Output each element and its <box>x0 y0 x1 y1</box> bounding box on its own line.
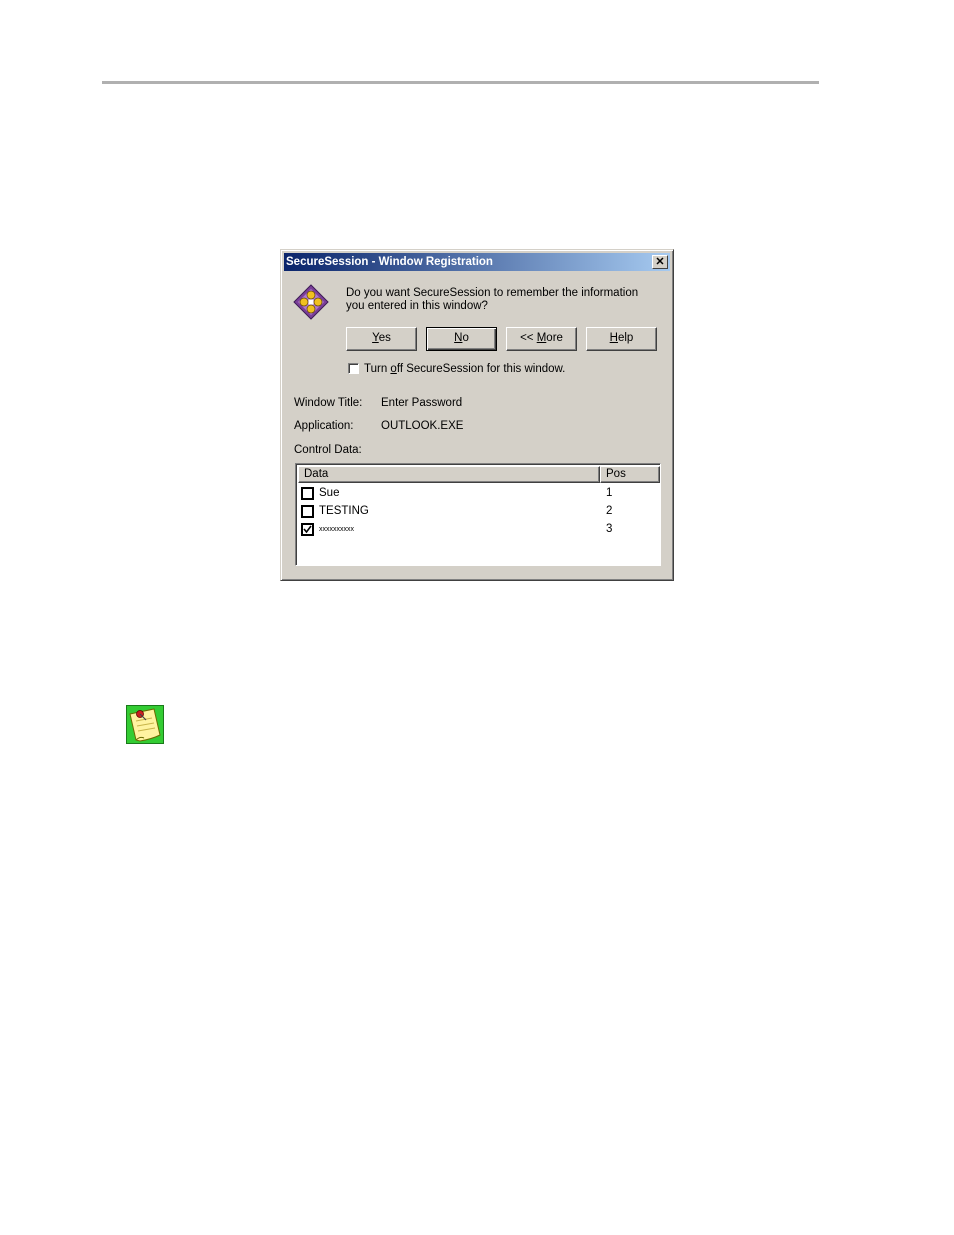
help-label: elp <box>617 332 634 344</box>
row-checkbox[interactable] <box>301 505 314 518</box>
checkmark-icon <box>303 525 312 534</box>
close-button[interactable]: ✕ <box>652 255 668 269</box>
yes-mnemonic: Y <box>372 332 379 344</box>
dialog-title: SecureSession - Window Registration <box>286 256 493 268</box>
turn-off-rest: ff SecureSession for this window. <box>396 363 566 375</box>
close-icon: ✕ <box>655 256 665 268</box>
dialog-prompt: Do you want SecureSession to remember th… <box>346 287 639 312</box>
row-pos: 1 <box>606 487 613 499</box>
row-pos: 2 <box>606 505 613 517</box>
control-data-label: Control Data: <box>294 444 362 456</box>
help-button[interactable]: Help <box>586 327 657 351</box>
window-title-value: Enter Password <box>381 397 463 409</box>
row-pos: 3 <box>606 523 613 535</box>
note-pin-icon <box>126 705 164 744</box>
application-label: Application: <box>294 420 354 432</box>
list-header: Data Pos <box>298 466 660 483</box>
yes-button[interactable]: Yes <box>346 327 417 351</box>
securesession-diamond-icon <box>293 284 329 320</box>
page-header-rule <box>102 81 819 84</box>
no-button[interactable]: No <box>426 327 497 351</box>
more-label: ore <box>546 332 563 344</box>
row-checkbox[interactable] <box>301 487 314 500</box>
window-title-label: Window Title: <box>294 397 363 409</box>
window-registration-dialog: SecureSession - Window Registration ✕ Do… <box>280 249 674 581</box>
dialog-titlebar[interactable]: SecureSession - Window Registration ✕ <box>284 253 670 271</box>
no-label: o <box>462 332 469 344</box>
list-row[interactable]: Sue 1 <box>301 485 655 501</box>
row-data: TESTING <box>319 505 369 517</box>
list-row[interactable]: xxxxxxxxxx 3 <box>301 521 655 537</box>
control-data-list[interactable]: Data Pos Sue 1 TESTING 2 xxxxxxxxxx 3 <box>295 463 661 566</box>
list-row[interactable]: TESTING 2 <box>301 503 655 519</box>
row-data: xxxxxxxxxx <box>319 526 354 533</box>
column-header-data[interactable]: Data <box>298 466 600 483</box>
turn-off-checkbox[interactable] <box>348 362 359 374</box>
row-data: Sue <box>319 487 340 499</box>
turn-off-row[interactable]: Turn off SecureSession for this window. <box>348 362 565 377</box>
more-mnemonic: M <box>536 332 547 344</box>
yes-label: es <box>378 332 391 344</box>
column-header-pos[interactable]: Pos <box>600 466 660 483</box>
turn-off-label[interactable]: Turn off SecureSession for this window. <box>364 363 565 375</box>
turn-off-prefix: Turn <box>364 363 391 375</box>
help-mnemonic: H <box>609 332 618 344</box>
row-checkbox-checked[interactable] <box>301 523 314 536</box>
application-value: OUTLOOK.EXE <box>381 420 464 432</box>
more-prefix: << <box>520 332 537 344</box>
more-button[interactable]: << More <box>506 327 577 351</box>
